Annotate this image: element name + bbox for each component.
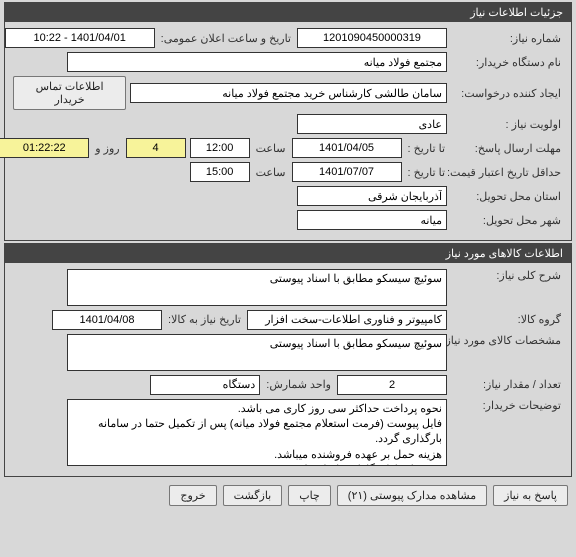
goods-group-field[interactable] <box>247 310 447 330</box>
goods-info-panel: اطلاعات کالاهای مورد نیاز شرح کلی نیاز: … <box>4 243 572 477</box>
label-priority: اولویت نیاز : <box>451 118 563 131</box>
label-hour-1: ساعت <box>254 142 288 155</box>
city-field[interactable] <box>297 210 447 230</box>
priority-field[interactable] <box>297 114 447 134</box>
deadline-time-field[interactable] <box>190 138 250 158</box>
specs-field[interactable] <box>67 334 447 371</box>
time-left-field[interactable] <box>0 138 89 158</box>
label-hour-2: ساعت <box>254 166 288 179</box>
label-province: استان محل تحویل: <box>451 190 563 203</box>
buyer-name-field[interactable] <box>67 52 447 72</box>
request-no-field[interactable] <box>297 28 447 48</box>
days-left-field[interactable] <box>126 138 186 158</box>
back-button[interactable]: بازگشت <box>223 485 283 506</box>
validity-time-field[interactable] <box>190 162 250 182</box>
province-field[interactable] <box>297 186 447 206</box>
label-qty: تعداد / مقدار نیاز: <box>451 378 563 391</box>
label-goods-group: گروه کالا: <box>451 313 563 326</box>
deadline-date-field[interactable] <box>292 138 402 158</box>
label-buyer-name: نام دستگاه خریدار: <box>451 56 563 69</box>
label-to-date-2: تا تاریخ : <box>406 166 447 179</box>
label-general-desc: شرح کلی نیاز: <box>451 269 563 282</box>
label-to-date-1: تا تاریخ : <box>406 142 447 155</box>
panel-header-1: جزئیات اطلاعات نیاز <box>5 3 571 22</box>
print-button[interactable]: چاپ <box>288 485 331 506</box>
label-validity: حداقل تاریخ اعتبار قیمت: <box>451 166 563 179</box>
creator-field[interactable] <box>130 83 447 103</box>
label-deadline: مهلت ارسال پاسخ: <box>451 142 563 155</box>
validity-date-field[interactable] <box>292 162 402 182</box>
buyer-notes-field[interactable] <box>67 399 447 467</box>
label-day-and: روز و <box>93 142 121 155</box>
reply-button[interactable]: پاسخ به نیاز <box>493 485 568 506</box>
label-request-no: شماره نیاز: <box>451 32 563 45</box>
exit-button[interactable]: خروج <box>169 485 216 506</box>
qty-field[interactable] <box>337 375 447 395</box>
panel-body-1: شماره نیاز: تاریخ و ساعت اعلان عمومی: نا… <box>5 22 571 240</box>
label-specs: مشخصات کالای مورد نیاز: <box>451 334 563 347</box>
need-by-field[interactable] <box>52 310 162 330</box>
label-need-by: تاریخ نیاز به کالا: <box>166 313 243 326</box>
label-city: شهر محل تحویل: <box>451 214 563 227</box>
request-details-panel: جزئیات اطلاعات نیاز شماره نیاز: تاریخ و … <box>4 2 572 241</box>
button-bar: پاسخ به نیاز مشاهده مدارک پیوستی (۲۱) چا… <box>0 479 576 512</box>
general-desc-field[interactable] <box>67 269 447 306</box>
panel-body-2: شرح کلی نیاز: گروه کالا: تاریخ نیاز به ک… <box>5 263 571 476</box>
attachments-button[interactable]: مشاهده مدارک پیوستی (۲۱) <box>337 485 487 506</box>
panel-header-2: اطلاعات کالاهای مورد نیاز <box>5 244 571 263</box>
label-creator: ایجاد کننده درخواست: <box>451 87 563 100</box>
buyer-contact-button[interactable]: اطلاعات تماس خریدار <box>13 76 126 110</box>
label-unit: واحد شمارش: <box>264 378 333 391</box>
announce-datetime-field[interactable] <box>5 28 155 48</box>
label-buyer-notes: توضیحات خریدار: <box>451 399 563 412</box>
unit-field[interactable] <box>150 375 260 395</box>
label-announce-datetime: تاریخ و ساعت اعلان عمومی: <box>159 32 293 45</box>
